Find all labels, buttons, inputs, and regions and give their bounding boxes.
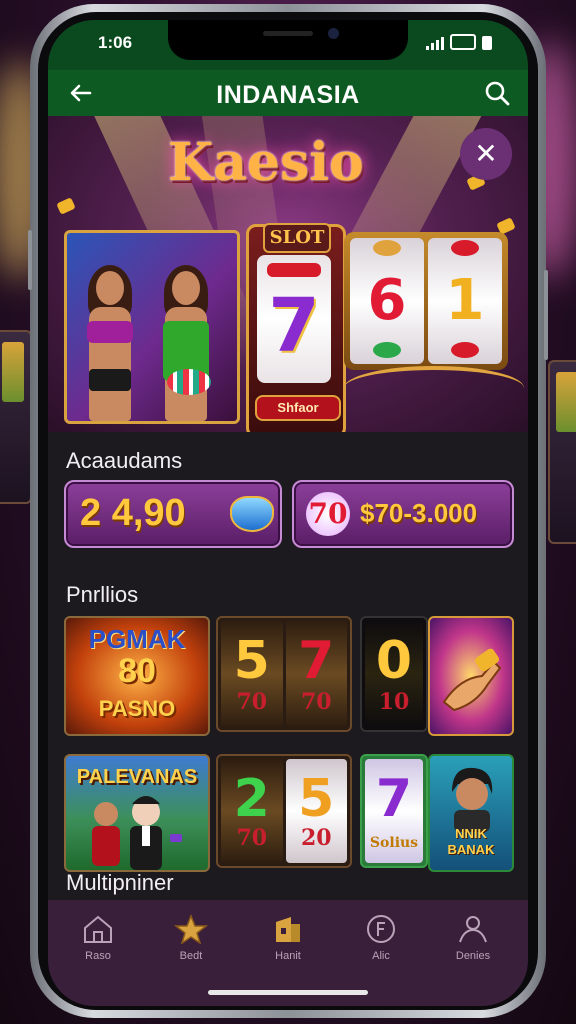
- notch: [168, 20, 408, 60]
- game-title: PALEVANAS: [76, 766, 198, 788]
- game-tile-solius[interactable]: 7 Solius: [360, 754, 428, 868]
- hero-reels: 6 1: [344, 232, 508, 370]
- tab-label: Raso: [85, 950, 111, 962]
- hero-logo: Kaesio: [168, 132, 364, 193]
- slot-symbol: 5: [233, 631, 270, 691]
- status-time: 1:06: [98, 33, 133, 52]
- hero-poster: [64, 230, 240, 424]
- home-indicator[interactable]: [208, 990, 368, 995]
- chips-icon: [167, 369, 211, 395]
- main-content: Acaaudams 2 4,90 70 $70-3.000 Pnrllios P…: [48, 432, 528, 900]
- tab-home[interactable]: Raso: [63, 914, 133, 974]
- signal-icon: [426, 37, 444, 50]
- gold-swirl: [344, 366, 524, 410]
- battery-icon: [482, 36, 492, 50]
- tab-hanit[interactable]: Hanit: [253, 914, 323, 974]
- reel-symbol: 6: [367, 268, 407, 333]
- person-icon: [459, 916, 487, 943]
- game-tile-slot-25[interactable]: 2 70 5 20: [216, 754, 352, 868]
- tab-label: Hanit: [275, 950, 301, 962]
- section-title-multiplayer: Multipniner: [66, 870, 174, 895]
- game-subtitle: BANAK: [447, 842, 495, 857]
- slot-symbol: 2: [233, 769, 270, 829]
- character-icon: [452, 767, 493, 832]
- power-button: [544, 270, 548, 360]
- slot-value: 70: [236, 825, 268, 851]
- status-bar: 1:06: [48, 20, 528, 70]
- hero-seven: 7: [268, 283, 320, 369]
- hero-banner[interactable]: Kaesio ✕ SLOT 7 Shfaor 6 1: [48, 116, 528, 432]
- slot-value: 10: [378, 689, 410, 715]
- slot-value: 70: [236, 689, 268, 715]
- game-tile-bonus[interactable]: [428, 616, 514, 736]
- phone-screen: 1:06 INDANASIA Kaesio ✕ SLOT 7 Shfaor 6 …: [48, 20, 528, 1006]
- slot-value: 70: [300, 689, 332, 715]
- game-title: NNIK: [455, 826, 487, 841]
- reel-symbol: 1: [445, 268, 485, 333]
- game-subtitle: PASNO: [98, 696, 176, 721]
- jackpot-value: $70-3.000: [360, 498, 478, 528]
- players-icon: [92, 796, 182, 870]
- building-icon: [276, 917, 300, 942]
- game-number: 80: [118, 652, 156, 690]
- gem-icon: [230, 496, 274, 532]
- tab-label: Alic: [372, 950, 390, 962]
- search-icon: [485, 81, 510, 106]
- wifi-icon: [450, 34, 476, 50]
- reel: 6: [350, 238, 424, 364]
- game-tile-palevanas[interactable]: PALEVANAS: [64, 754, 210, 872]
- section-title-jackpots: Acaaudams: [66, 448, 183, 473]
- app-bar: INDANASIA: [48, 70, 528, 116]
- slot-symbol: 0: [375, 631, 413, 691]
- tab-alic[interactable]: Alic: [346, 914, 416, 974]
- volume-button: [28, 230, 32, 290]
- app-title: INDANASIA: [216, 81, 360, 109]
- tab-denies[interactable]: Denies: [438, 914, 508, 974]
- hand-icon: [442, 648, 502, 712]
- slot-symbol: 7: [375, 769, 413, 829]
- home-icon: [84, 915, 112, 943]
- jackpot-value: 2 4,90: [80, 492, 186, 534]
- slot-tag: SLOT: [263, 223, 331, 253]
- reel: 1: [428, 238, 502, 364]
- search-button[interactable]: [482, 78, 512, 108]
- hero-slot-machine: SLOT 7 Shfaor: [246, 223, 346, 432]
- close-button[interactable]: ✕: [460, 128, 512, 180]
- slot-value: 20: [300, 825, 332, 851]
- status-icons: [426, 34, 492, 50]
- coin-icon: [367, 915, 395, 943]
- jackpot-card-2[interactable]: 70 $70-3.000: [292, 480, 514, 548]
- slot-symbol: 5: [298, 769, 335, 829]
- slot-value: Solius: [369, 835, 419, 851]
- game-tile-banak[interactable]: NNIK BANAK: [428, 754, 514, 872]
- slot-symbol: 7: [298, 631, 335, 691]
- game-title: PGMAK: [88, 624, 186, 654]
- game-tile-pgmak[interactable]: PGMAK 80 PASNO: [64, 616, 210, 736]
- game-tile-slot-57[interactable]: 5 70 7 70: [216, 616, 352, 732]
- camera-icon: [328, 28, 339, 39]
- tab-label: Denies: [455, 950, 491, 962]
- star-icon: [174, 914, 208, 944]
- bottom-tab-bar: Raso Bedt Hanit Alic Denies: [48, 900, 528, 1006]
- slot-label: Shfaor: [255, 395, 341, 421]
- jackpot-card-1[interactable]: 2 4,90: [64, 480, 282, 548]
- game-tile-slot-0[interactable]: 0 10: [360, 616, 428, 732]
- section-title-portfolio: Pnrllios: [66, 582, 139, 607]
- close-icon: ✕: [474, 138, 498, 169]
- jackpot-badge: 70: [306, 492, 350, 536]
- tab-best[interactable]: Bedt: [156, 914, 226, 974]
- tab-label: Bedt: [179, 950, 203, 962]
